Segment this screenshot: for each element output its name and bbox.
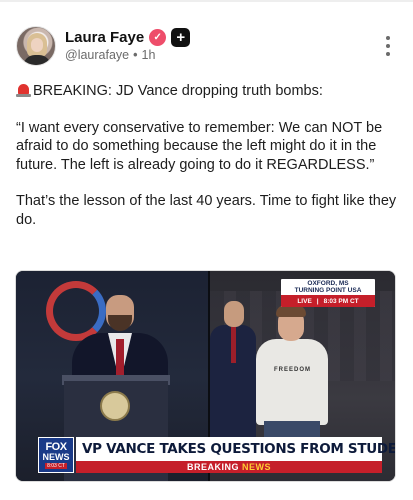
news-word: NEWS xyxy=(242,462,271,472)
post-paragraph-3: That’s the lesson of the last 40 years. … xyxy=(16,193,397,228)
location-bug: OXFORD, MS TURNING POINT USA LIVE | 8:03… xyxy=(281,279,375,307)
breaking-word: BREAKING xyxy=(186,462,239,472)
network-name-line1: FOX xyxy=(45,440,67,453)
vice-presidential-seal xyxy=(100,391,130,421)
live-separator: | xyxy=(316,297,319,305)
author-handle[interactable]: @laurafaye xyxy=(65,48,129,62)
student-tshirt xyxy=(256,339,328,425)
live-time: 8:03 PM CT xyxy=(323,297,359,305)
avatar-body xyxy=(23,55,51,65)
post-header: Laura Faye ✓ + @laurafaye • 1h xyxy=(16,26,397,70)
network-name-line2: NEWS xyxy=(42,451,70,462)
post-paragraph-1-text: BREAKING: JD Vance dropping truth bombs: xyxy=(33,83,323,99)
tshirt-text: FREEDOM xyxy=(274,367,311,373)
author-name[interactable]: Laura Faye xyxy=(65,29,144,46)
news-headline: VP VANCE TAKES QUESTIONS FROM STUDENTS xyxy=(76,437,395,461)
news-lower-third: FOX NEWS 8:03 CT VP VANCE TAKES QUESTION… xyxy=(38,437,395,473)
network-clock: 8:03 CT xyxy=(45,462,67,469)
location-event: TURNING POINT USA xyxy=(294,287,362,294)
post-body: BREAKING: JD Vance dropping truth bombs:… xyxy=(16,82,401,247)
author-meta: @laurafaye • 1h xyxy=(65,48,155,62)
verified-check-icon: ✓ xyxy=(149,29,167,46)
plus-badge-icon: + xyxy=(171,28,191,47)
more-options-icon[interactable] xyxy=(385,36,391,56)
avatar[interactable] xyxy=(16,26,56,66)
speaker-beard xyxy=(108,315,132,331)
post-paragraph-1: BREAKING: JD Vance dropping truth bombs: xyxy=(16,82,401,101)
location-text: OXFORD, MS TURNING POINT USA xyxy=(281,279,375,295)
breaking-news-banner: BREAKING NEWS xyxy=(76,461,382,473)
location-city: OXFORD, MS xyxy=(307,279,349,287)
avatar-face xyxy=(31,38,43,52)
post-paragraph-2: “I want every conservative to remember: … xyxy=(16,119,383,173)
siren-icon xyxy=(16,83,31,97)
live-label: LIVE xyxy=(297,297,312,305)
post-time[interactable]: 1h xyxy=(142,48,156,62)
author-name-row: Laura Faye ✓ + xyxy=(65,28,191,47)
background-ring xyxy=(46,281,106,341)
suited-man-head xyxy=(224,301,244,327)
post-media-video[interactable]: FREEDOM OXFORD, MS TURNING POINT USA LIV… xyxy=(15,270,396,482)
fox-news-logo: FOX NEWS 8:03 CT xyxy=(38,437,74,473)
top-divider xyxy=(0,0,413,2)
meta-separator: • xyxy=(133,48,138,62)
suited-man-tie xyxy=(231,327,236,363)
live-indicator: LIVE | 8:03 PM CT xyxy=(281,295,375,307)
